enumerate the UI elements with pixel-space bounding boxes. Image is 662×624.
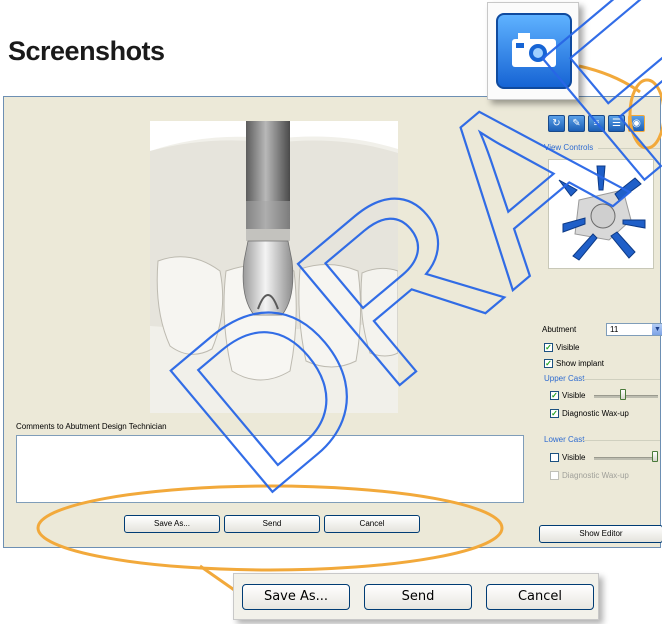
- camera-icon-callout: [487, 2, 579, 100]
- send-button-zoom: Send: [364, 584, 472, 610]
- camera-icon: [496, 13, 572, 89]
- cancel-button-zoom: Cancel: [486, 584, 594, 610]
- save-as-button-zoom: Save As...: [242, 584, 350, 610]
- buttons-callout: Save As... Send Cancel: [233, 573, 599, 620]
